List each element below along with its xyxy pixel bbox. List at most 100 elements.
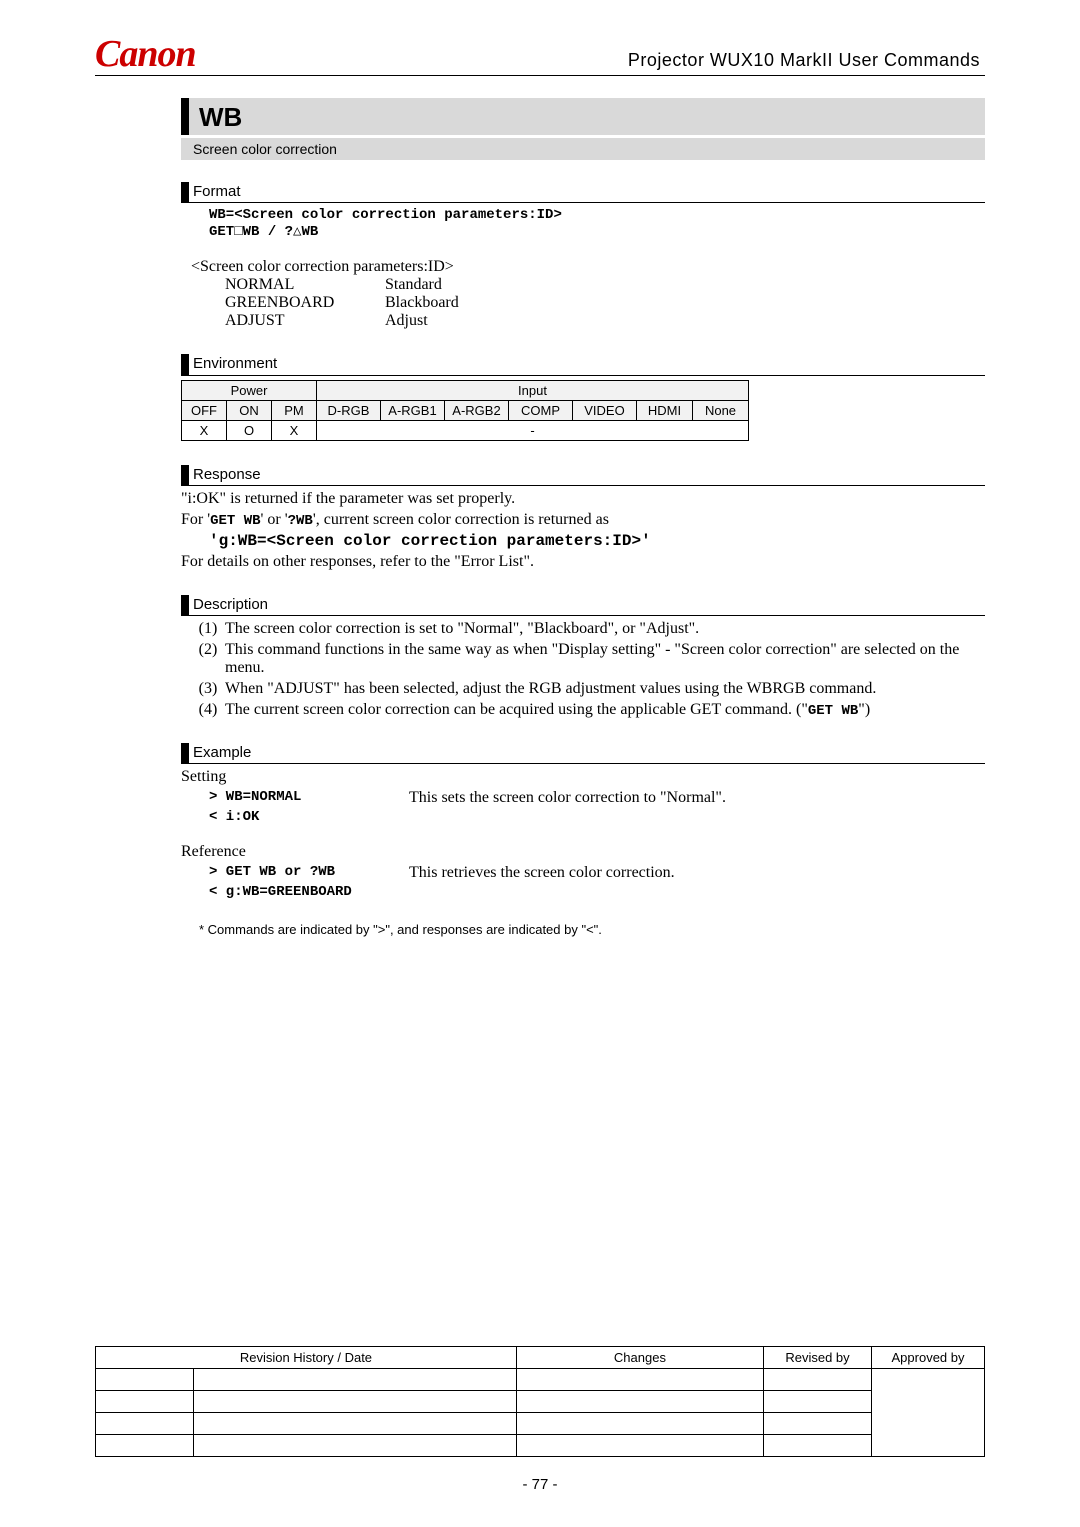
format-line2-post: WB: [301, 224, 318, 240]
env-col: D-RGB: [317, 400, 381, 420]
param-desc: Blackboard: [385, 294, 459, 312]
environment-table: Power Input OFF ON PM D-RGB A-RGB1 A-RGB…: [181, 380, 749, 441]
param-id: GREENBOARD: [191, 294, 385, 312]
page-number: - 77 -: [0, 1476, 1080, 1493]
ex-resp: < i:OK: [181, 809, 409, 825]
rev-cell: [96, 1413, 194, 1435]
section-environment-body: Power Input OFF ON PM D-RGB A-RGB1 A-RGB…: [181, 380, 985, 441]
desc-text: When "ADJUST" has been selected, adjust …: [225, 680, 985, 698]
env-col: None: [693, 400, 749, 420]
page-header: Canon Projector WUX10 MarkII User Comman…: [95, 35, 985, 76]
desc-num: (1): [191, 620, 225, 638]
rev-cell: [516, 1369, 763, 1391]
brand-logo: Canon: [95, 35, 196, 73]
format-line2-mid: WB / ?: [243, 224, 293, 240]
section-format-body: WB=<Screen color correction parameters:I…: [181, 207, 985, 330]
desc-num: (4): [191, 701, 225, 719]
rev-h2: Changes: [516, 1347, 763, 1369]
document-title: Projector WUX10 MarkII User Commands: [628, 50, 985, 73]
section-description-body: (1)The screen color correction is set to…: [181, 620, 985, 719]
desc-num: (2): [191, 641, 225, 677]
content-area: WB Screen color correction Format WB=<Sc…: [95, 98, 985, 937]
rev-cell: [872, 1369, 985, 1457]
rev-cell: [194, 1435, 517, 1457]
desc-text: The screen color correction is set to "N…: [225, 620, 985, 638]
rev-h1: Revision History / Date: [96, 1347, 517, 1369]
env-power-label: Power: [182, 380, 317, 400]
ex-cmd: > WB=NORMAL: [181, 789, 409, 807]
rev-cell: [96, 1435, 194, 1457]
section-description-heading: Description: [181, 595, 985, 616]
resp-l2-post: ', current screen color correction is re…: [313, 511, 609, 528]
desc-text: The current screen color correction can …: [225, 701, 985, 719]
env-val: O: [227, 420, 272, 440]
example-row: > GET WB or ?WBThis retrieves the screen…: [181, 864, 985, 882]
command-subtitle: Screen color correction: [181, 138, 985, 160]
param-row: GREENBOARDBlackboard: [191, 294, 985, 312]
resp-l2-cmd1: GET WB: [210, 513, 260, 529]
rev-cell: [194, 1369, 517, 1391]
env-col: A-RGB2: [445, 400, 509, 420]
section-response-body: "i:OK" is returned if the parameter was …: [181, 490, 985, 571]
env-col: COMP: [509, 400, 573, 420]
ex-resp: < g:WB=GREENBOARD: [181, 884, 409, 900]
env-col: HDMI: [637, 400, 693, 420]
ex-desc: This retrieves the screen color correcti…: [409, 864, 985, 882]
response-line: "i:OK" is returned if the parameter was …: [181, 490, 985, 508]
desc4-post: "): [858, 701, 870, 718]
format-param-heading: <Screen color correction parameters:ID>: [191, 258, 985, 276]
rev-cell: [194, 1413, 517, 1435]
env-input-val: -: [317, 420, 749, 440]
desc-item: (2)This command functions in the same wa…: [191, 641, 985, 677]
example-row: > WB=NORMALThis sets the screen color co…: [181, 789, 985, 807]
param-row: NORMALStandard: [191, 276, 985, 294]
env-col: PM: [272, 400, 317, 420]
rev-cell: [516, 1391, 763, 1413]
rev-cell: [194, 1391, 517, 1413]
desc-item: (3)When "ADJUST" has been selected, adju…: [191, 680, 985, 698]
format-line2-pre: GET: [209, 224, 234, 240]
section-format-heading: Format: [181, 182, 985, 203]
square-icon: [234, 224, 242, 240]
desc-num: (3): [191, 680, 225, 698]
rev-cell: [516, 1435, 763, 1457]
param-id: NORMAL: [191, 276, 385, 294]
rev-cell: [96, 1391, 194, 1413]
section-example-heading: Example: [181, 743, 985, 764]
rev-h3: Revised by: [764, 1347, 872, 1369]
rev-cell: [764, 1391, 872, 1413]
desc4-cmd: GET WB: [808, 703, 858, 719]
response-line: For details on other responses, refer to…: [181, 553, 985, 571]
ex-desc: This sets the screen color correction to…: [409, 789, 985, 807]
rev-cell: [764, 1413, 872, 1435]
env-col: ON: [227, 400, 272, 420]
resp-l2-pre: For ': [181, 511, 210, 528]
rev-cell: [764, 1369, 872, 1391]
env-val: X: [182, 420, 227, 440]
resp-l2-cmd2: ?WB: [288, 513, 313, 529]
example-row: < g:WB=GREENBOARD: [181, 884, 985, 900]
section-example-body: Setting > WB=NORMALThis sets the screen …: [181, 768, 985, 937]
format-params: <Screen color correction parameters:ID> …: [181, 258, 985, 330]
param-desc: Adjust: [385, 312, 428, 330]
desc-item: (4) The current screen color correction …: [191, 701, 985, 719]
param-row: ADJUSTAdjust: [191, 312, 985, 330]
response-line3: 'g:WB=<Screen color correction parameter…: [181, 532, 985, 550]
page: Canon Projector WUX10 MarkII User Comman…: [0, 0, 1080, 1527]
desc4-pre: The current screen color correction can …: [225, 701, 808, 718]
rev-cell: [516, 1413, 763, 1435]
format-line2: GET WB / ? WB: [181, 223, 985, 240]
desc-item: (1)The screen color correction is set to…: [191, 620, 985, 638]
ex-cmd: > GET WB or ?WB: [181, 864, 409, 882]
example-row: < i:OK: [181, 809, 985, 825]
response-line: For 'GET WB' or '?WB', current screen co…: [181, 511, 985, 529]
format-line1: WB=<Screen color correction parameters:I…: [181, 207, 985, 223]
revision-table: Revision History / Date Changes Revised …: [95, 1346, 985, 1457]
env-input-label: Input: [317, 380, 749, 400]
desc-text: This command functions in the same way a…: [225, 641, 985, 677]
section-response-heading: Response: [181, 465, 985, 486]
example-footnote: * Commands are indicated by ">", and res…: [181, 922, 985, 937]
command-title: WB: [181, 98, 985, 135]
param-id: ADJUST: [191, 312, 385, 330]
example-setting-label: Setting: [181, 768, 985, 786]
